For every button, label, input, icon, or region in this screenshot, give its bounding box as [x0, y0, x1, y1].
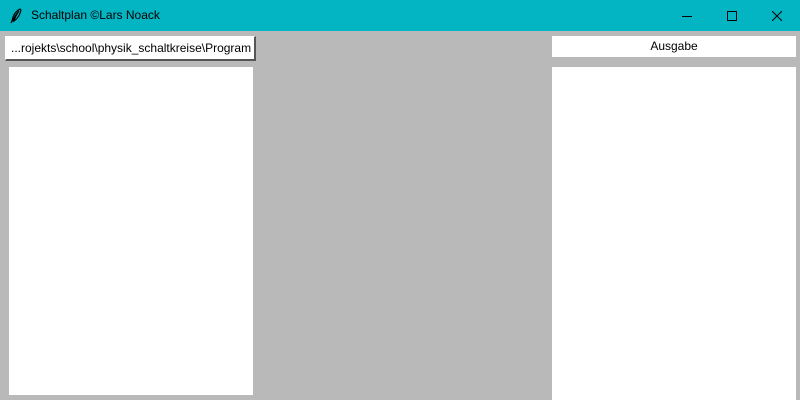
maximize-button[interactable]	[709, 0, 755, 31]
window-title: Schaltplan ©Lars Noack	[31, 8, 160, 22]
path-button[interactable]: ...rojekts\school\physik_schaltkreise\Pr…	[5, 36, 256, 61]
output-label: Ausgabe	[552, 36, 796, 57]
close-button[interactable]	[754, 0, 800, 31]
minimize-button[interactable]	[664, 0, 710, 31]
maximize-icon	[727, 10, 737, 21]
close-icon	[772, 10, 782, 21]
feather-icon	[10, 8, 22, 24]
file-list-panel[interactable]	[9, 67, 253, 395]
title-bar[interactable]: Schaltplan ©Lars Noack	[0, 0, 800, 31]
minimize-icon	[682, 15, 692, 17]
app-window: Schaltplan ©Lars Noack ...rojekts\school…	[0, 0, 800, 400]
output-panel[interactable]	[552, 67, 796, 400]
